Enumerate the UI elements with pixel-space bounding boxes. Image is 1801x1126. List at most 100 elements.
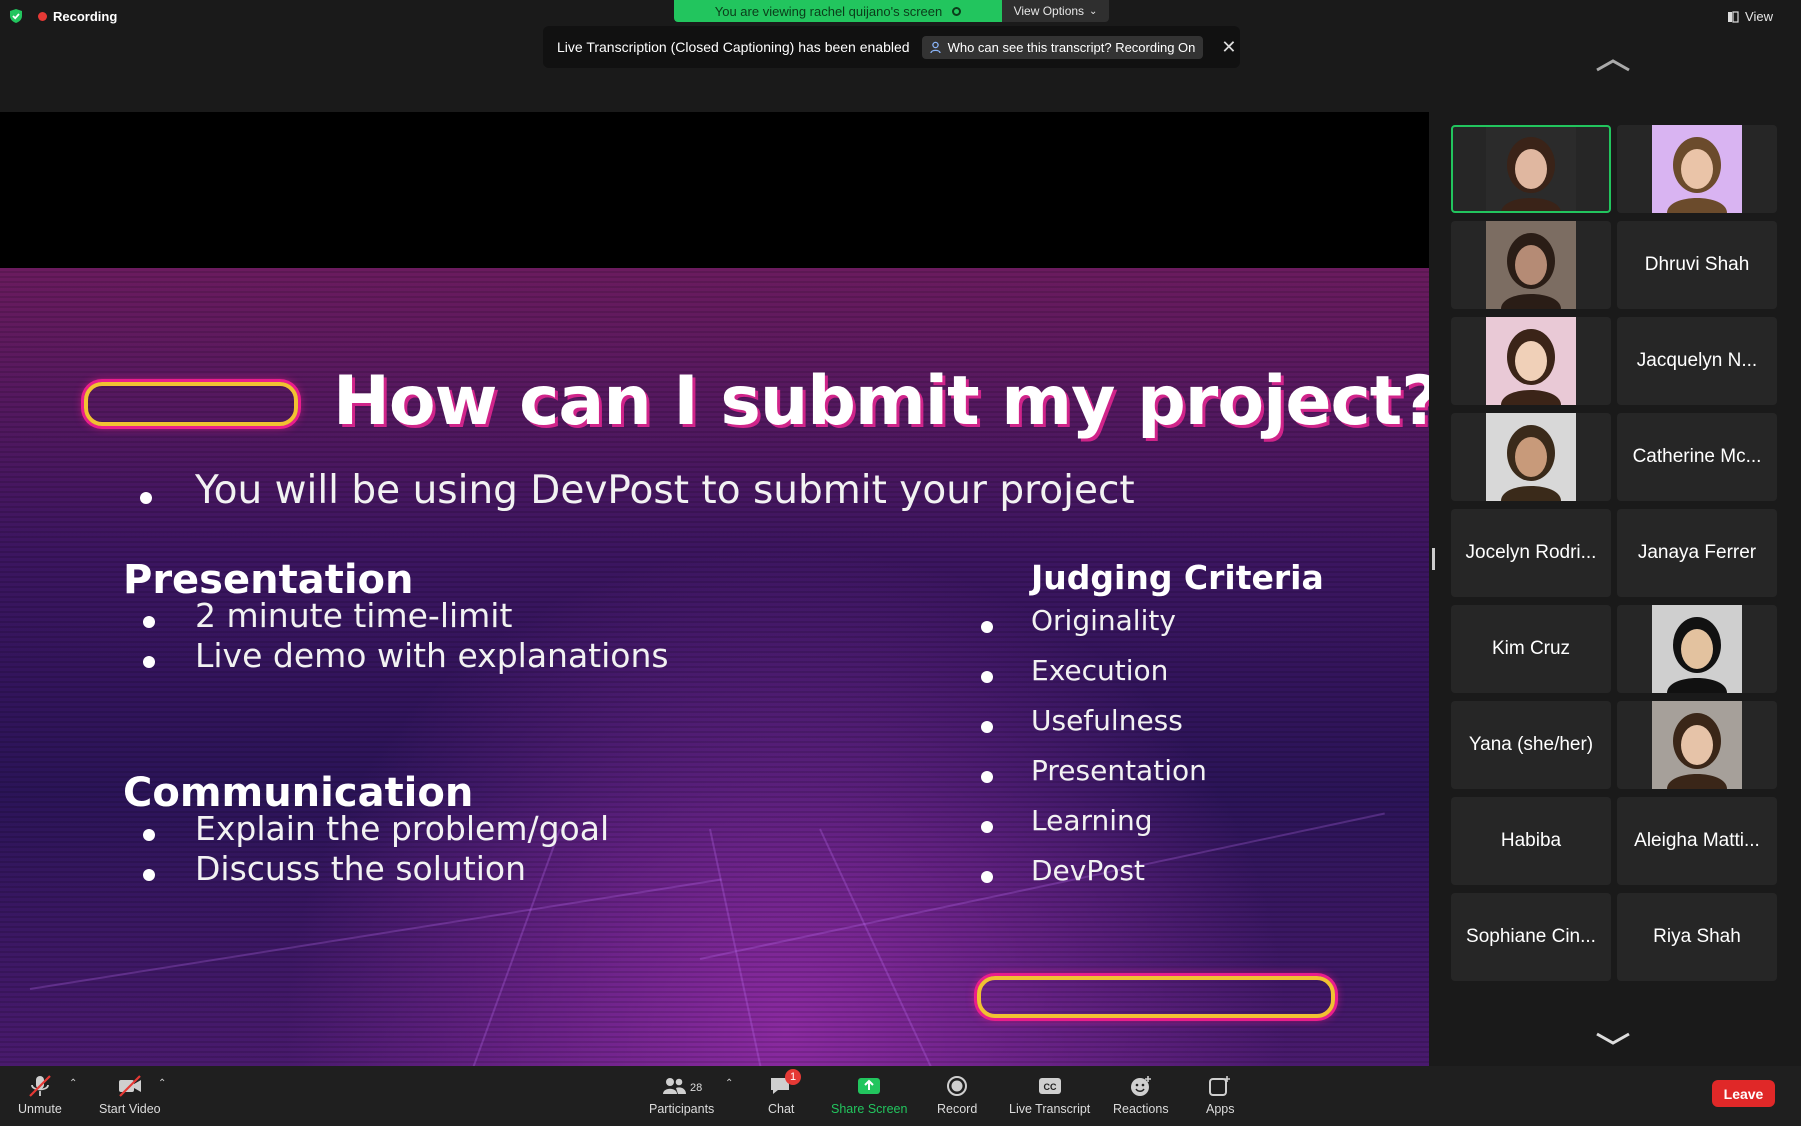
view-button[interactable]: View [1727,9,1773,24]
bullet [143,616,155,628]
participant-name-tile[interactable]: Aleigha Matti... [1617,797,1777,885]
audio-options-caret-icon[interactable]: ⌃ [69,1078,77,1089]
participant-name-tile[interactable]: Dhruvi Shah [1617,221,1777,309]
judging-item: Presentation [1031,754,1207,787]
judging-item: Learning [1031,804,1153,837]
bullet [981,621,993,633]
participant-name-tile[interactable]: Yana (she/her) [1451,701,1611,789]
presentation-item: Live demo with explanations [195,636,669,675]
judging-heading: Judging Criteria [1031,558,1324,597]
judging-item: Usefulness [1031,704,1183,737]
chat-label: Chat [768,1102,795,1116]
participant-name: Yana (she/her) [1468,734,1594,755]
viewing-screen-banner: You are viewing rachel quijano's screen [674,0,1002,22]
participant-video-feed [1486,317,1576,405]
participant-video-tile[interactable] [1451,317,1611,405]
communication-item: Discuss the solution [195,849,527,888]
participant-video-tile[interactable] [1451,221,1611,309]
person-icon [929,41,941,53]
participants-options-caret-icon[interactable]: ⌃ [725,1078,733,1089]
share-screen-button[interactable]: Share Screen [831,1074,907,1116]
communication-item: Explain the problem/goal [195,809,610,848]
share-screen-icon [858,1078,881,1094]
participant-video-tile[interactable] [1617,125,1777,213]
participant-name: Janaya Ferrer [1637,542,1757,563]
participant-name-tile[interactable]: Jocelyn Rodri... [1451,509,1611,597]
participant-video-tile[interactable] [1451,413,1611,501]
transcription-notice: Live Transcription (Closed Captioning) h… [557,39,910,55]
neon-frame-decoration [84,382,298,426]
share-screen-label: Share Screen [831,1102,908,1116]
microphone-muted-icon [29,1075,51,1097]
participant-name: Sophiane Cin... [1466,926,1596,947]
unmute-button[interactable]: Unmute [18,1074,62,1116]
intro-bullet-text: You will be using DevPost to submit your… [195,468,1135,513]
view-label: View [1745,9,1773,24]
bullet [143,869,155,881]
record-label: Record [937,1102,978,1116]
participant-video-tile[interactable] [1451,125,1611,213]
participant-video-feed [1652,701,1742,789]
neon-frame-decoration [977,976,1335,1018]
live-transcript-button[interactable]: CC Live Transcript [1009,1074,1090,1116]
closed-caption-icon: CC [1038,1078,1061,1094]
grid-view-icon [1728,10,1739,23]
participant-name-tile[interactable]: Kim Cruz [1451,605,1611,693]
bullet [143,656,155,668]
leave-button[interactable]: Leave [1712,1080,1775,1107]
participant-video-feed [1486,221,1576,309]
judging-item: Originality [1031,604,1176,637]
slide-title: How can I submit my project? [333,362,1429,441]
reactions-smiley-icon [1130,1076,1151,1096]
participants-icon [663,1078,687,1094]
record-icon [947,1076,968,1096]
video-camera-off-icon [118,1075,141,1097]
participant-video-feed [1652,125,1742,213]
start-video-label: Start Video [99,1102,161,1116]
chevron-down-icon: ⌄ [1089,5,1098,17]
participant-name-tile[interactable]: Jacquelyn N... [1617,317,1777,405]
participant-name-tile[interactable]: Habiba [1451,797,1611,885]
transcription-banner: Live Transcription (Closed Captioning) h… [543,26,1240,68]
judging-item: DevPost [1031,854,1145,887]
view-options-button[interactable]: View Options ⌄ [1002,0,1109,22]
participant-name-tile[interactable]: Sophiane Cin... [1451,893,1611,981]
apps-icon [1209,1076,1231,1096]
shield-check-icon[interactable] [8,8,24,24]
scroll-up-icon[interactable] [1595,58,1631,72]
reactions-button[interactable]: Reactions [1113,1074,1169,1116]
participant-name: Habiba [1500,830,1562,851]
participants-label: Participants [649,1102,715,1116]
transcript-visibility-button[interactable]: Who can see this transcript? Recording O… [921,35,1204,59]
unmute-label: Unmute [18,1102,62,1116]
apps-label: Apps [1206,1102,1235,1116]
judging-item: Execution [1031,654,1169,687]
participant-name: Jacquelyn N... [1636,350,1758,371]
chat-unread-badge: 1 [785,1069,801,1085]
bullet [140,492,152,504]
transcript-visibility-label: Who can see this transcript? Recording O… [947,39,1196,55]
participant-video-tile[interactable] [1617,605,1777,693]
participant-video-feed [1652,605,1742,693]
participant-name-tile[interactable]: Riya Shah [1617,893,1777,981]
scroll-down-icon[interactable] [1595,1032,1631,1046]
close-icon[interactable]: ✕ [1221,37,1236,58]
participant-name-tile[interactable]: Janaya Ferrer [1617,509,1777,597]
bullet [143,829,155,841]
participant-video-feed [1486,127,1576,211]
participants-button[interactable]: 28 Participants [649,1074,714,1116]
participant-name: Aleigha Matti... [1634,830,1760,851]
record-button[interactable]: Record [937,1074,977,1116]
participant-name: Catherine Mc... [1632,446,1762,467]
viewing-screen-text: You are viewing rachel quijano's screen [714,3,943,19]
video-options-caret-icon[interactable]: ⌃ [158,1078,166,1089]
participant-video-tile[interactable] [1617,701,1777,789]
resize-handle[interactable] [1432,548,1435,570]
bullet [981,771,993,783]
participants-count: 28 [690,1082,703,1094]
start-video-button[interactable]: Start Video [99,1074,161,1116]
participant-video-feed [1486,413,1576,501]
participant-name-tile[interactable]: Catherine Mc... [1617,413,1777,501]
apps-button[interactable]: Apps [1206,1074,1235,1116]
recording-indicator[interactable]: Recording [38,9,117,24]
